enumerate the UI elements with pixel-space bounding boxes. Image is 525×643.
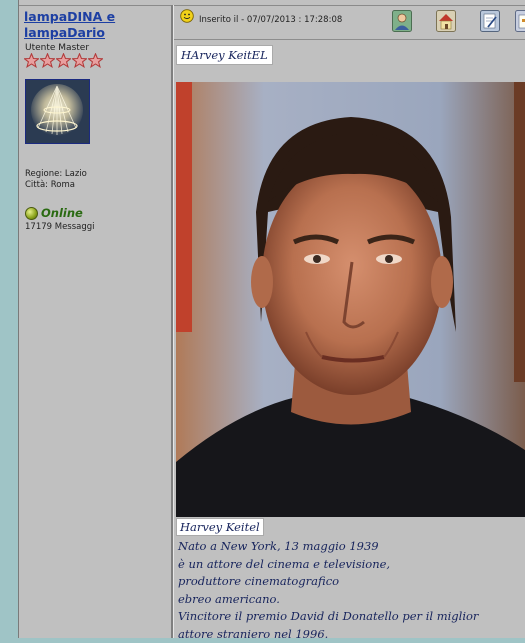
rank-stars — [24, 53, 103, 68]
bio-line: produttore cinematografico — [178, 573, 518, 591]
post-title: HArvey KeitEL — [176, 45, 273, 65]
post-panel: Inserito il - 07/07/2013 : 17:28:08 — [174, 6, 525, 638]
header-divider — [174, 39, 525, 40]
author-rank: Utente Master — [25, 43, 89, 53]
bio-line: Nato a New York, 13 maggio 1939 — [178, 538, 518, 556]
post-body: Nato a New York, 13 maggio 1939 è un att… — [178, 538, 518, 643]
bio-line: è un attore del cinema e televisione, — [178, 556, 518, 574]
star-icon — [56, 53, 71, 68]
author-city: Città: Roma — [25, 180, 75, 190]
author-region: Regione: Lazio — [25, 169, 87, 179]
star-icon — [72, 53, 87, 68]
post-photo — [176, 82, 525, 517]
online-status: Online — [25, 206, 83, 220]
bio-line: ebreo americano. — [178, 591, 518, 609]
author-avatar — [25, 79, 90, 144]
chandelier-image — [26, 80, 89, 143]
post-header: Inserito il - 07/07/2013 : 17:28:08 — [174, 6, 525, 38]
home-icon[interactable] — [436, 10, 456, 32]
star-icon — [88, 53, 103, 68]
star-icon — [24, 53, 39, 68]
author-name-link[interactable]: lampaDINA e lampaDario — [24, 9, 164, 41]
portrait-image — [176, 82, 525, 517]
post-timestamp: Inserito il - 07/07/2013 : 17:28:08 — [199, 15, 342, 25]
bio-line: Vincitore il premio David di Donatello p… — [178, 608, 518, 626]
bio-line: attore straniero nel 1996. — [178, 626, 518, 643]
online-indicator-icon — [25, 207, 38, 220]
edit-icon[interactable] — [480, 10, 500, 32]
reply-quote-icon[interactable] — [515, 10, 525, 32]
online-label: Online — [41, 206, 83, 220]
forum-post-frame: lampaDINA e lampaDario Utente Master — [18, 0, 525, 638]
photo-caption: Harvey Keitel — [176, 518, 264, 536]
author-panel: lampaDINA e lampaDario Utente Master — [19, 6, 171, 638]
star-icon — [40, 53, 55, 68]
profile-icon[interactable] — [392, 10, 412, 32]
message-count: 17179 Messaggi — [25, 222, 95, 232]
smiley-icon — [180, 9, 194, 23]
